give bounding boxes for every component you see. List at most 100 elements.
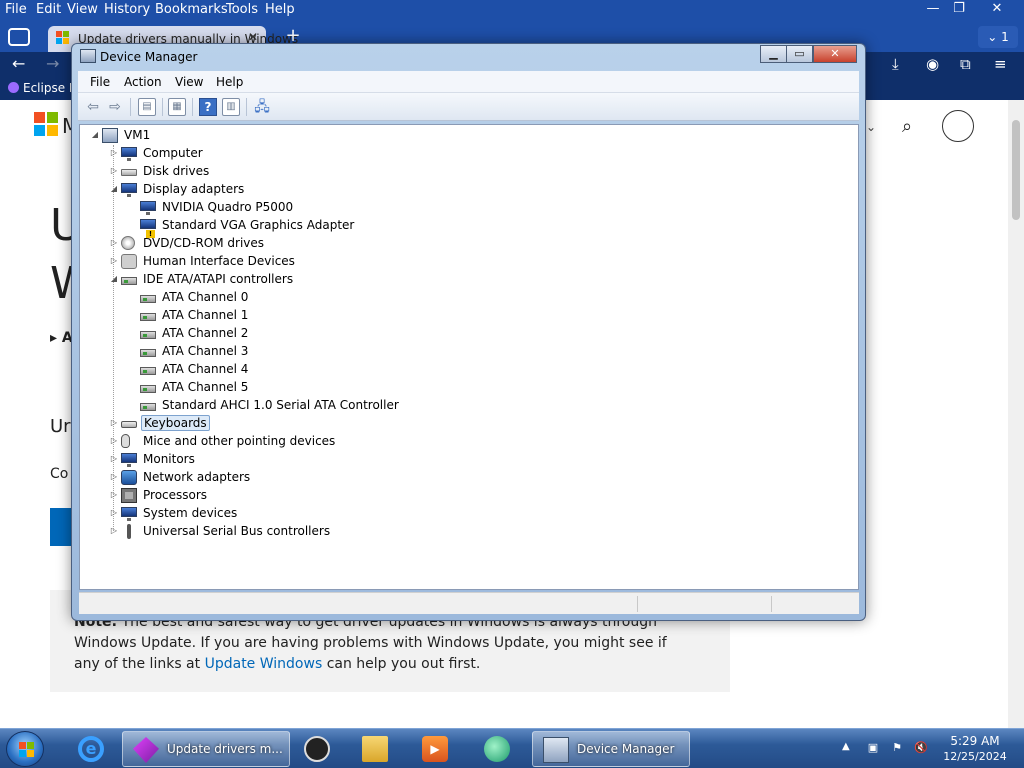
tree-node[interactable]: ▷ Network adapters (80, 469, 840, 487)
tree-node-label: ATA Channel 4 (162, 362, 249, 376)
collapse-arrow-icon[interactable]: ◢ (109, 184, 119, 194)
menu-view[interactable]: View (175, 75, 203, 89)
tab-count: 1 (1001, 30, 1009, 44)
tree-node[interactable]: ◢ IDE ATA/ATAPI controllers (80, 271, 840, 289)
minimize-button[interactable]: ▁ (760, 45, 787, 63)
tray-expand-icon[interactable]: ▲ (842, 741, 850, 752)
tree-node[interactable]: ATA Channel 4 (80, 361, 840, 379)
bookmark-eclipse[interactable]: Eclipse M (8, 81, 79, 95)
tree-node[interactable]: ▷ Human Interface Devices (80, 253, 840, 271)
device-manager-window: Device Manager ▁ ▭ ✕ File Action View He… (71, 43, 866, 621)
taskbar-media-player[interactable]: ▶ (412, 731, 456, 767)
tree-node[interactable]: ◢ Display adapters (80, 181, 840, 199)
start-button[interactable] (6, 731, 44, 767)
tree-node-label: Universal Serial Bus controllers (143, 524, 331, 538)
expand-arrow-icon[interactable]: ▷ (109, 166, 119, 176)
update-windows-link[interactable]: Update Windows (205, 656, 323, 672)
tree-node[interactable]: ATA Channel 5 (80, 379, 840, 397)
account-icon[interactable]: ◉ (926, 55, 939, 73)
tree-node[interactable]: ▷ Disk drives (80, 163, 840, 181)
tree-node[interactable]: ATA Channel 1 (80, 307, 840, 325)
expand-arrow-icon[interactable]: ▷ (109, 454, 119, 464)
tree-node[interactable]: ◢ VM1 (80, 127, 840, 145)
expand-arrow-icon[interactable]: ▷ (109, 148, 119, 158)
network-icon[interactable]: ▣ (866, 741, 880, 755)
tree-node[interactable]: Standard AHCI 1.0 Serial ATA Controller (80, 397, 840, 415)
menu-tools[interactable]: Tools (226, 2, 258, 17)
expand-arrow-icon[interactable]: ▷ (109, 490, 119, 500)
menu-history[interactable]: History (104, 2, 150, 17)
download-icon[interactable]: ⤓ (892, 55, 899, 73)
menu-bookmarks[interactable]: Bookmarks (155, 2, 228, 17)
close-icon[interactable]: ✕ (982, 0, 1012, 20)
device-manager-titlebar[interactable]: Device Manager ▁ ▭ ✕ (72, 44, 865, 70)
taskbar-explorer[interactable] (352, 731, 396, 767)
tree-node[interactable]: ▷ Processors (80, 487, 840, 505)
expand-arrow-icon[interactable]: ▷ (109, 526, 119, 536)
expand-arrow-icon[interactable]: ▷ (109, 418, 119, 428)
clock-date[interactable]: 12/25/2024 (940, 750, 1010, 763)
taskbar-obs[interactable] (294, 731, 338, 767)
tree-node[interactable]: ATA Channel 3 (80, 343, 840, 361)
tree-node[interactable]: ▷ Keyboards (80, 415, 840, 433)
menu-edit[interactable]: Edit (36, 2, 61, 17)
tab-count-dropdown[interactable]: ⌄ 1 (978, 26, 1018, 48)
expand-arrow-icon[interactable]: ▷ (109, 436, 119, 446)
expand-arrow-icon[interactable]: ▷ (109, 508, 119, 518)
back-arrow-icon[interactable]: ⇦ (84, 98, 102, 116)
tree-node[interactable]: NVIDIA Quadro P5000 (80, 199, 840, 217)
taskbar-browser-window[interactable]: Update drivers m... (122, 731, 290, 767)
menu-help[interactable]: Help (265, 2, 295, 17)
clock-time[interactable]: 5:29 AM (940, 734, 1010, 748)
back-icon[interactable]: ← (12, 54, 25, 73)
maximize-icon: ▭ (794, 47, 805, 60)
taskbar-ie[interactable]: e (68, 731, 112, 767)
volume-muted-icon[interactable]: 🔇 (914, 741, 928, 755)
forward-arrow-icon[interactable]: ⇨ (106, 98, 124, 116)
menu-view[interactable]: View (67, 2, 98, 17)
show-hide-tree-icon[interactable]: ▤ (138, 98, 156, 116)
tab-list-icon[interactable] (8, 28, 30, 46)
expand-arrow-icon[interactable]: ▷ (109, 256, 119, 266)
cpu-icon (121, 488, 137, 503)
collapse-arrow-icon[interactable]: ◢ (90, 130, 100, 140)
microsoft-logo-icon[interactable] (34, 112, 58, 136)
tab-close-icon[interactable]: ✕ (248, 30, 258, 44)
tree-node[interactable]: ATA Channel 2 (80, 325, 840, 343)
expand-arrow-icon[interactable]: ▷ (109, 238, 119, 248)
view-icon[interactable]: ▥ (222, 98, 240, 116)
page-scrollbar[interactable] (1008, 100, 1024, 728)
extensions-icon[interactable]: ⧉ (960, 55, 971, 73)
scan-hardware-icon[interactable]: 🖧 (253, 98, 271, 116)
tree-node[interactable]: ▷ Universal Serial Bus controllers (80, 523, 840, 541)
close-button[interactable]: ✕ (813, 45, 857, 63)
maximize-button[interactable]: ▭ (786, 45, 813, 63)
device-tree[interactable]: ◢ VM1 ▷ Computer ▷ Disk drives ◢ Display adapte… (79, 124, 859, 590)
collapse-arrow-icon[interactable]: ◢ (109, 274, 119, 284)
action-center-flag-icon[interactable]: ⚑ (890, 741, 904, 755)
tree-node[interactable]: ATA Channel 0 (80, 289, 840, 307)
menu-action[interactable]: Action (124, 75, 162, 89)
tree-node[interactable]: ▷ Mice and other pointing devices (80, 433, 840, 451)
expand-arrow-icon[interactable]: ▷ (109, 472, 119, 482)
properties-icon[interactable]: ▦ (168, 98, 186, 116)
tree-node[interactable]: Standard VGA Graphics Adapter (80, 217, 840, 238)
restore-icon[interactable]: ❐ (944, 0, 974, 20)
tree-node[interactable]: ▷ DVD/CD-ROM drives (80, 235, 840, 253)
status-divider (637, 596, 638, 612)
help-icon[interactable]: ? (199, 98, 217, 116)
search-icon[interactable]: ⌕ (902, 116, 912, 137)
avatar[interactable] (942, 110, 974, 142)
menu-hamburger-icon[interactable]: ≡ (994, 55, 1007, 73)
taskbar-device-manager[interactable]: Device Manager (532, 731, 690, 767)
tree-node[interactable]: ▷ Monitors (80, 451, 840, 469)
tree-node[interactable]: ▷ Computer (80, 145, 840, 163)
forward-icon[interactable]: → (46, 54, 59, 73)
taskbar-app[interactable] (474, 731, 518, 767)
menu-file[interactable]: File (5, 2, 27, 17)
menu-help[interactable]: Help (216, 75, 243, 89)
chevron-down-icon[interactable]: ⌄ (866, 120, 876, 134)
scroll-thumb[interactable] (1012, 120, 1020, 220)
menu-file[interactable]: File (90, 75, 110, 89)
tree-node[interactable]: ▷ System devices (80, 505, 840, 523)
